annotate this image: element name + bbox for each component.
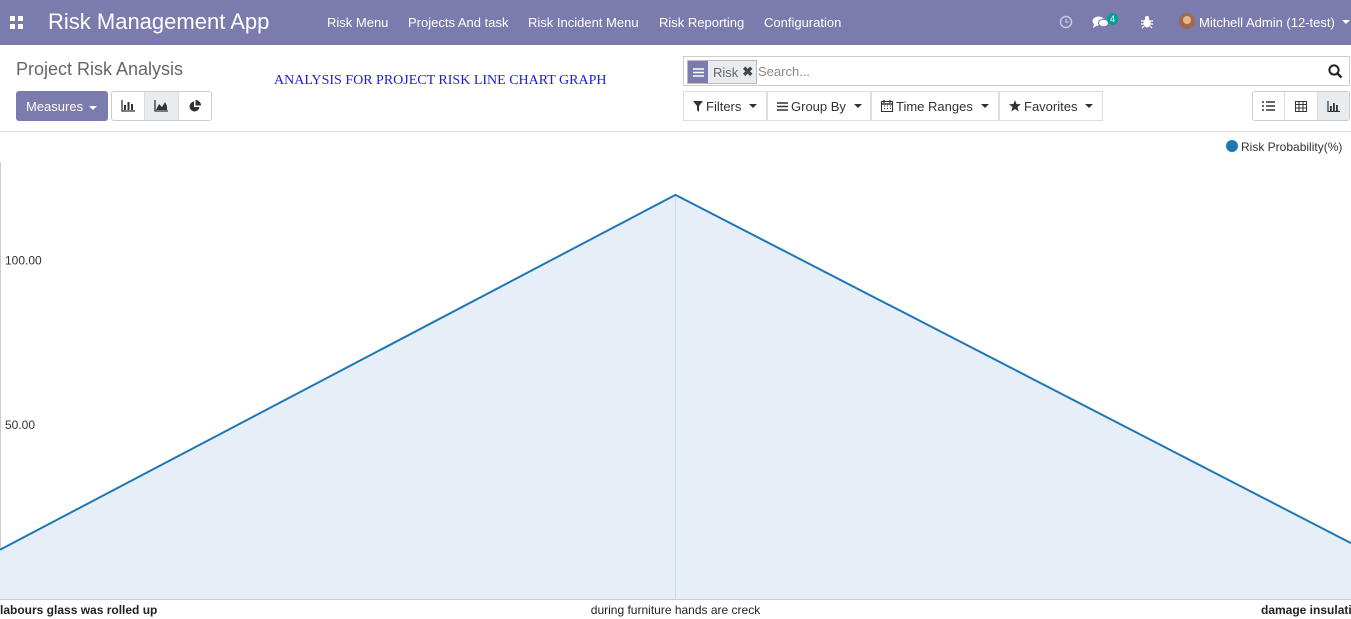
bug-icon[interactable]	[1141, 15, 1153, 29]
groupby-button[interactable]: Group By	[767, 91, 871, 121]
table-icon	[1294, 100, 1307, 112]
search-facet-risk: Risk ✖	[687, 60, 758, 84]
time-ranges-label: Time Ranges	[896, 98, 973, 114]
groupby-facet-icon	[688, 61, 708, 83]
favorites-button[interactable]: Favorites	[999, 91, 1103, 121]
top-navbar: Risk Management App Risk Menu Projects A…	[0, 0, 1351, 45]
legend-label[interactable]: Risk Probability(%)	[1241, 140, 1342, 154]
search-icon[interactable]	[1328, 64, 1343, 79]
calendar-icon	[881, 100, 893, 112]
pie-chart-button[interactable]	[179, 92, 211, 120]
facet-remove-icon[interactable]: ✖	[741, 64, 756, 80]
time-ranges-button[interactable]: Time Ranges	[871, 91, 999, 121]
view-switcher	[1252, 91, 1350, 121]
x-category-label: damage insulati	[1261, 603, 1351, 617]
message-count-badge: 4	[1107, 13, 1119, 25]
measures-button[interactable]: Measures	[16, 91, 108, 121]
measures-label: Measures	[26, 99, 84, 114]
filter-icon	[693, 100, 703, 112]
menu-configuration[interactable]: Configuration	[764, 15, 841, 30]
search-bar: Risk ✖	[683, 56, 1350, 86]
x-category-label: during furniture hands are creck	[591, 603, 761, 617]
groupby-label: Group By	[791, 98, 846, 114]
area-chart-icon	[154, 100, 169, 112]
graph-view-icon	[1327, 100, 1340, 112]
chevron-down-icon	[980, 104, 989, 108]
y-tick-label: 50.00	[5, 418, 35, 432]
search-input[interactable]	[758, 62, 1318, 80]
menu-projects-and-task[interactable]: Projects And task	[408, 15, 508, 30]
facet-label: Risk	[713, 64, 739, 80]
user-menu[interactable]: Mitchell Admin (12-test)	[1199, 15, 1335, 30]
star-icon	[1009, 100, 1021, 112]
legend-marker	[1226, 140, 1238, 152]
pivot-view-button[interactable]	[1285, 92, 1318, 120]
chart-type-group	[111, 91, 212, 121]
user-avatar[interactable]	[1179, 13, 1195, 29]
filters-label: Filters	[706, 98, 742, 114]
user-menu-caret-icon[interactable]	[1342, 20, 1350, 24]
apps-grid-icon[interactable]	[10, 16, 23, 29]
app-brand[interactable]: Risk Management App	[48, 9, 269, 35]
x-category-label: labours glass was rolled up	[0, 603, 157, 617]
bar-chart-icon	[121, 100, 136, 112]
bar-chart-button[interactable]	[112, 92, 146, 120]
filters-button[interactable]: Filters	[683, 91, 767, 121]
line-chart-button[interactable]	[145, 92, 179, 120]
chevron-down-icon	[89, 105, 98, 110]
chevron-down-icon	[749, 104, 758, 108]
list-icon	[777, 101, 788, 111]
chart-annotation-text: ANALYSIS FOR PROJECT RISK LINE CHART GRA…	[274, 73, 607, 88]
chevron-down-icon	[1085, 104, 1094, 108]
favorites-label: Favorites	[1024, 98, 1078, 114]
menu-risk-menu[interactable]: Risk Menu	[327, 15, 388, 30]
list-view-icon	[1262, 101, 1276, 111]
menu-risk-incident[interactable]: Risk Incident Menu	[528, 15, 639, 30]
risk-line-chart: 50.00 100.00 labours glass was rolled up d…	[0, 162, 1351, 617]
pie-chart-icon	[189, 99, 202, 111]
graph-view-button[interactable]	[1317, 92, 1349, 120]
page-title: Project Risk Analysis	[16, 59, 184, 79]
chevron-down-icon	[853, 104, 862, 108]
menu-risk-reporting[interactable]: Risk Reporting	[659, 15, 744, 30]
y-tick-label: 100.00	[5, 254, 42, 268]
list-view-button[interactable]	[1253, 92, 1286, 120]
clock-icon[interactable]	[1059, 15, 1073, 29]
